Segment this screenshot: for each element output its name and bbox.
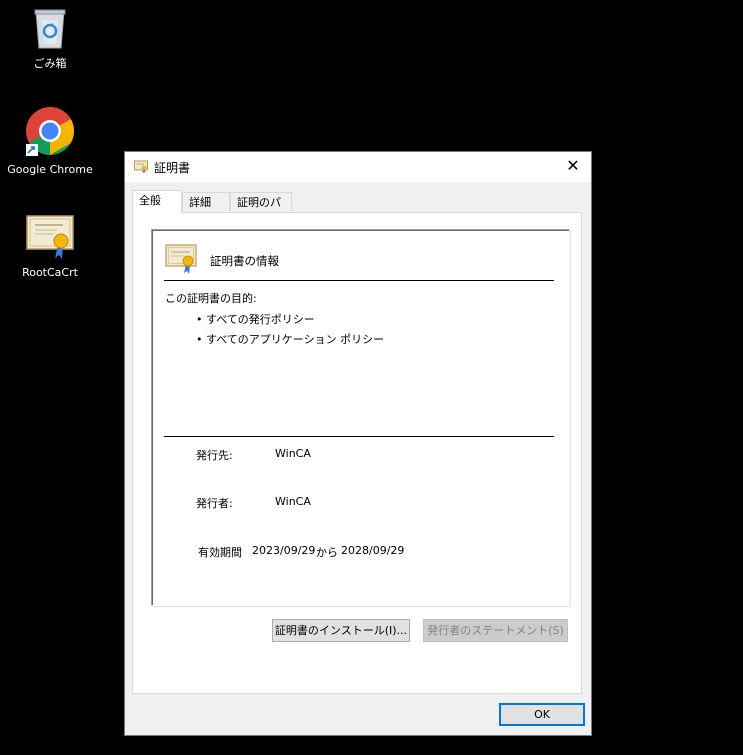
- certificate-icon: [134, 160, 148, 173]
- issuer-statement-button[interactable]: 発行者のステートメント(S): [423, 619, 568, 642]
- list-item: すべてのアプリケーション ポリシー: [196, 332, 384, 352]
- desktop-icon-rootcacrt[interactable]: RootCaCrt: [2, 213, 98, 279]
- desktop-icon-recycle-bin[interactable]: ごみ箱: [2, 6, 98, 71]
- recycle-bin-icon: [34, 9, 66, 49]
- install-certificate-button[interactable]: 証明書のインストール(I)...: [272, 619, 410, 642]
- desktop-icon-google-chrome[interactable]: Google Chrome: [2, 106, 98, 176]
- certificate-dialog: 証明書 ✕ 全般 詳細 証明のパス 証明書の情報 この証明書の目的: すべての発…: [124, 151, 592, 736]
- purpose-list: すべての発行ポリシー すべてのアプリケーション ポリシー: [196, 312, 384, 352]
- desktop-icon-label: ごみ箱: [33, 57, 67, 70]
- certificate-icon: [26, 215, 74, 259]
- close-button[interactable]: ✕: [563, 156, 583, 176]
- valid-to-value: 2028/09/29: [341, 544, 405, 557]
- ok-button[interactable]: OK: [499, 703, 585, 726]
- tab-certification-path[interactable]: 証明のパス: [230, 192, 292, 228]
- chrome-icon: [26, 106, 75, 156]
- divider: [164, 436, 554, 437]
- desktop-icon-label: Google Chrome: [7, 163, 93, 176]
- purpose-label: この証明書の目的:: [165, 292, 257, 305]
- certificate-icon: [165, 244, 197, 274]
- certificate-info-title: 証明書の情報: [210, 254, 279, 268]
- issued-by-value: WinCA: [275, 495, 311, 508]
- tab-details[interactable]: 詳細: [182, 192, 230, 211]
- divider: [164, 280, 554, 281]
- desktop-icon-label: RootCaCrt: [22, 266, 78, 279]
- tab-general[interactable]: 全般: [132, 190, 182, 213]
- close-icon: ✕: [566, 156, 580, 175]
- dialog-title: 証明書: [154, 161, 191, 175]
- certificate-info-box: 証明書の情報 この証明書の目的: すべての発行ポリシー すべてのアプリケーション…: [151, 229, 570, 606]
- from-word: から: [316, 546, 338, 559]
- list-item: すべての発行ポリシー: [196, 312, 384, 332]
- issued-to-label: 発行先:: [196, 449, 233, 462]
- issued-by-label: 発行者:: [196, 497, 233, 510]
- dialog-titlebar[interactable]: 証明書 ✕: [125, 152, 591, 182]
- valid-from-value: 2023/09/29: [252, 544, 316, 557]
- issued-to-value: WinCA: [275, 447, 311, 460]
- general-tab-panel: 証明書の情報 この証明書の目的: すべての発行ポリシー すべてのアプリケーション…: [132, 212, 582, 694]
- validity-label: 有効期間: [198, 546, 242, 559]
